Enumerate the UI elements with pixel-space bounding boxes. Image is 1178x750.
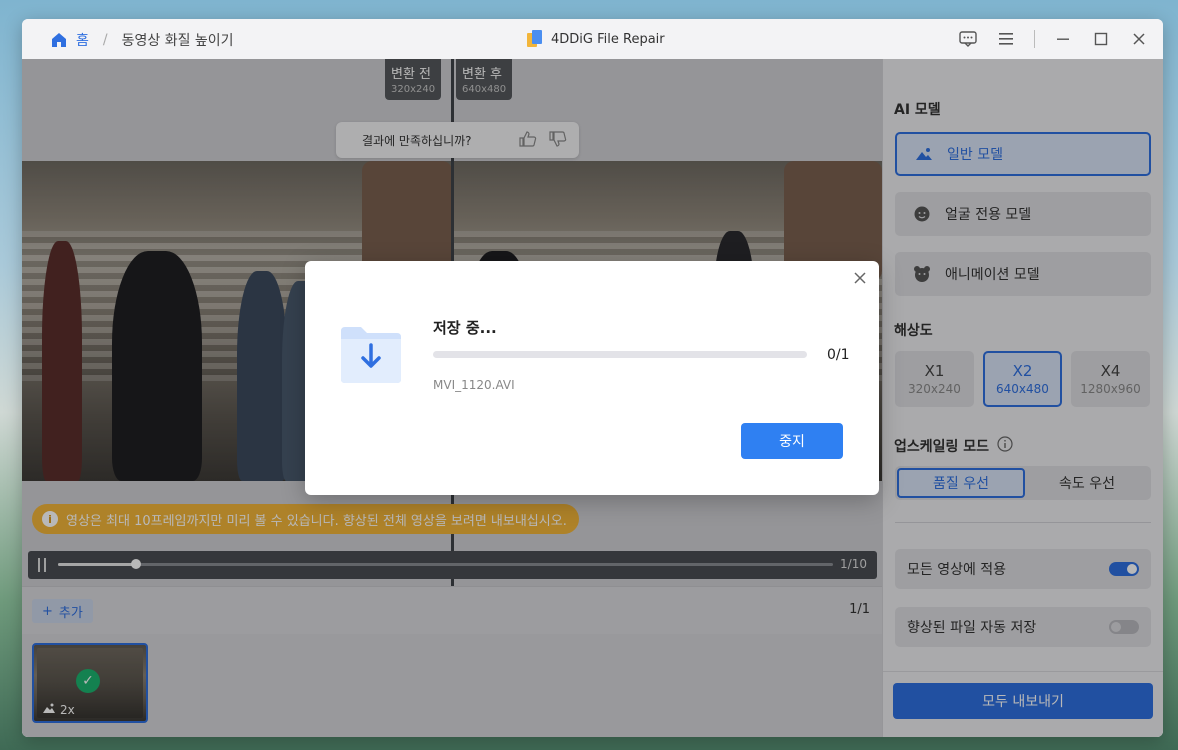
- app-title: 4DDiG File Repair: [527, 30, 665, 48]
- minimize-icon[interactable]: [1053, 29, 1073, 49]
- breadcrumb: 홈 / 동영상 화질 높이기: [50, 30, 234, 50]
- app-title-text: 4DDiG File Repair: [551, 31, 665, 47]
- app-logo-icon: [527, 30, 543, 48]
- stop-button[interactable]: 중지: [741, 423, 843, 459]
- breadcrumb-separator: /: [102, 32, 108, 48]
- breadcrumb-home[interactable]: 홈: [76, 30, 89, 50]
- folder-download-icon: [339, 323, 403, 385]
- home-icon[interactable]: [50, 31, 68, 49]
- app-window: 홈 / 동영상 화질 높이기 4DDiG File Repair 변환 전 32…: [22, 19, 1163, 737]
- saving-filename: MVI_1120.AVI: [433, 378, 515, 392]
- menu-icon[interactable]: [996, 29, 1016, 49]
- dialog-title: 저장 중...: [433, 319, 497, 337]
- controls-divider: [1034, 30, 1035, 48]
- close-icon[interactable]: [1129, 29, 1149, 49]
- dialog-close-icon[interactable]: [851, 269, 869, 287]
- save-count: 0/1: [827, 347, 850, 363]
- title-bar: 홈 / 동영상 화질 높이기 4DDiG File Repair: [22, 19, 1163, 59]
- window-controls: [958, 29, 1149, 49]
- feedback-icon[interactable]: [958, 29, 978, 49]
- breadcrumb-current: 동영상 화질 높이기: [121, 33, 234, 49]
- maximize-icon[interactable]: [1091, 29, 1111, 49]
- saving-dialog: 저장 중... 0/1 MVI_1120.AVI 중지: [305, 261, 879, 495]
- save-progress-bar: [433, 351, 807, 358]
